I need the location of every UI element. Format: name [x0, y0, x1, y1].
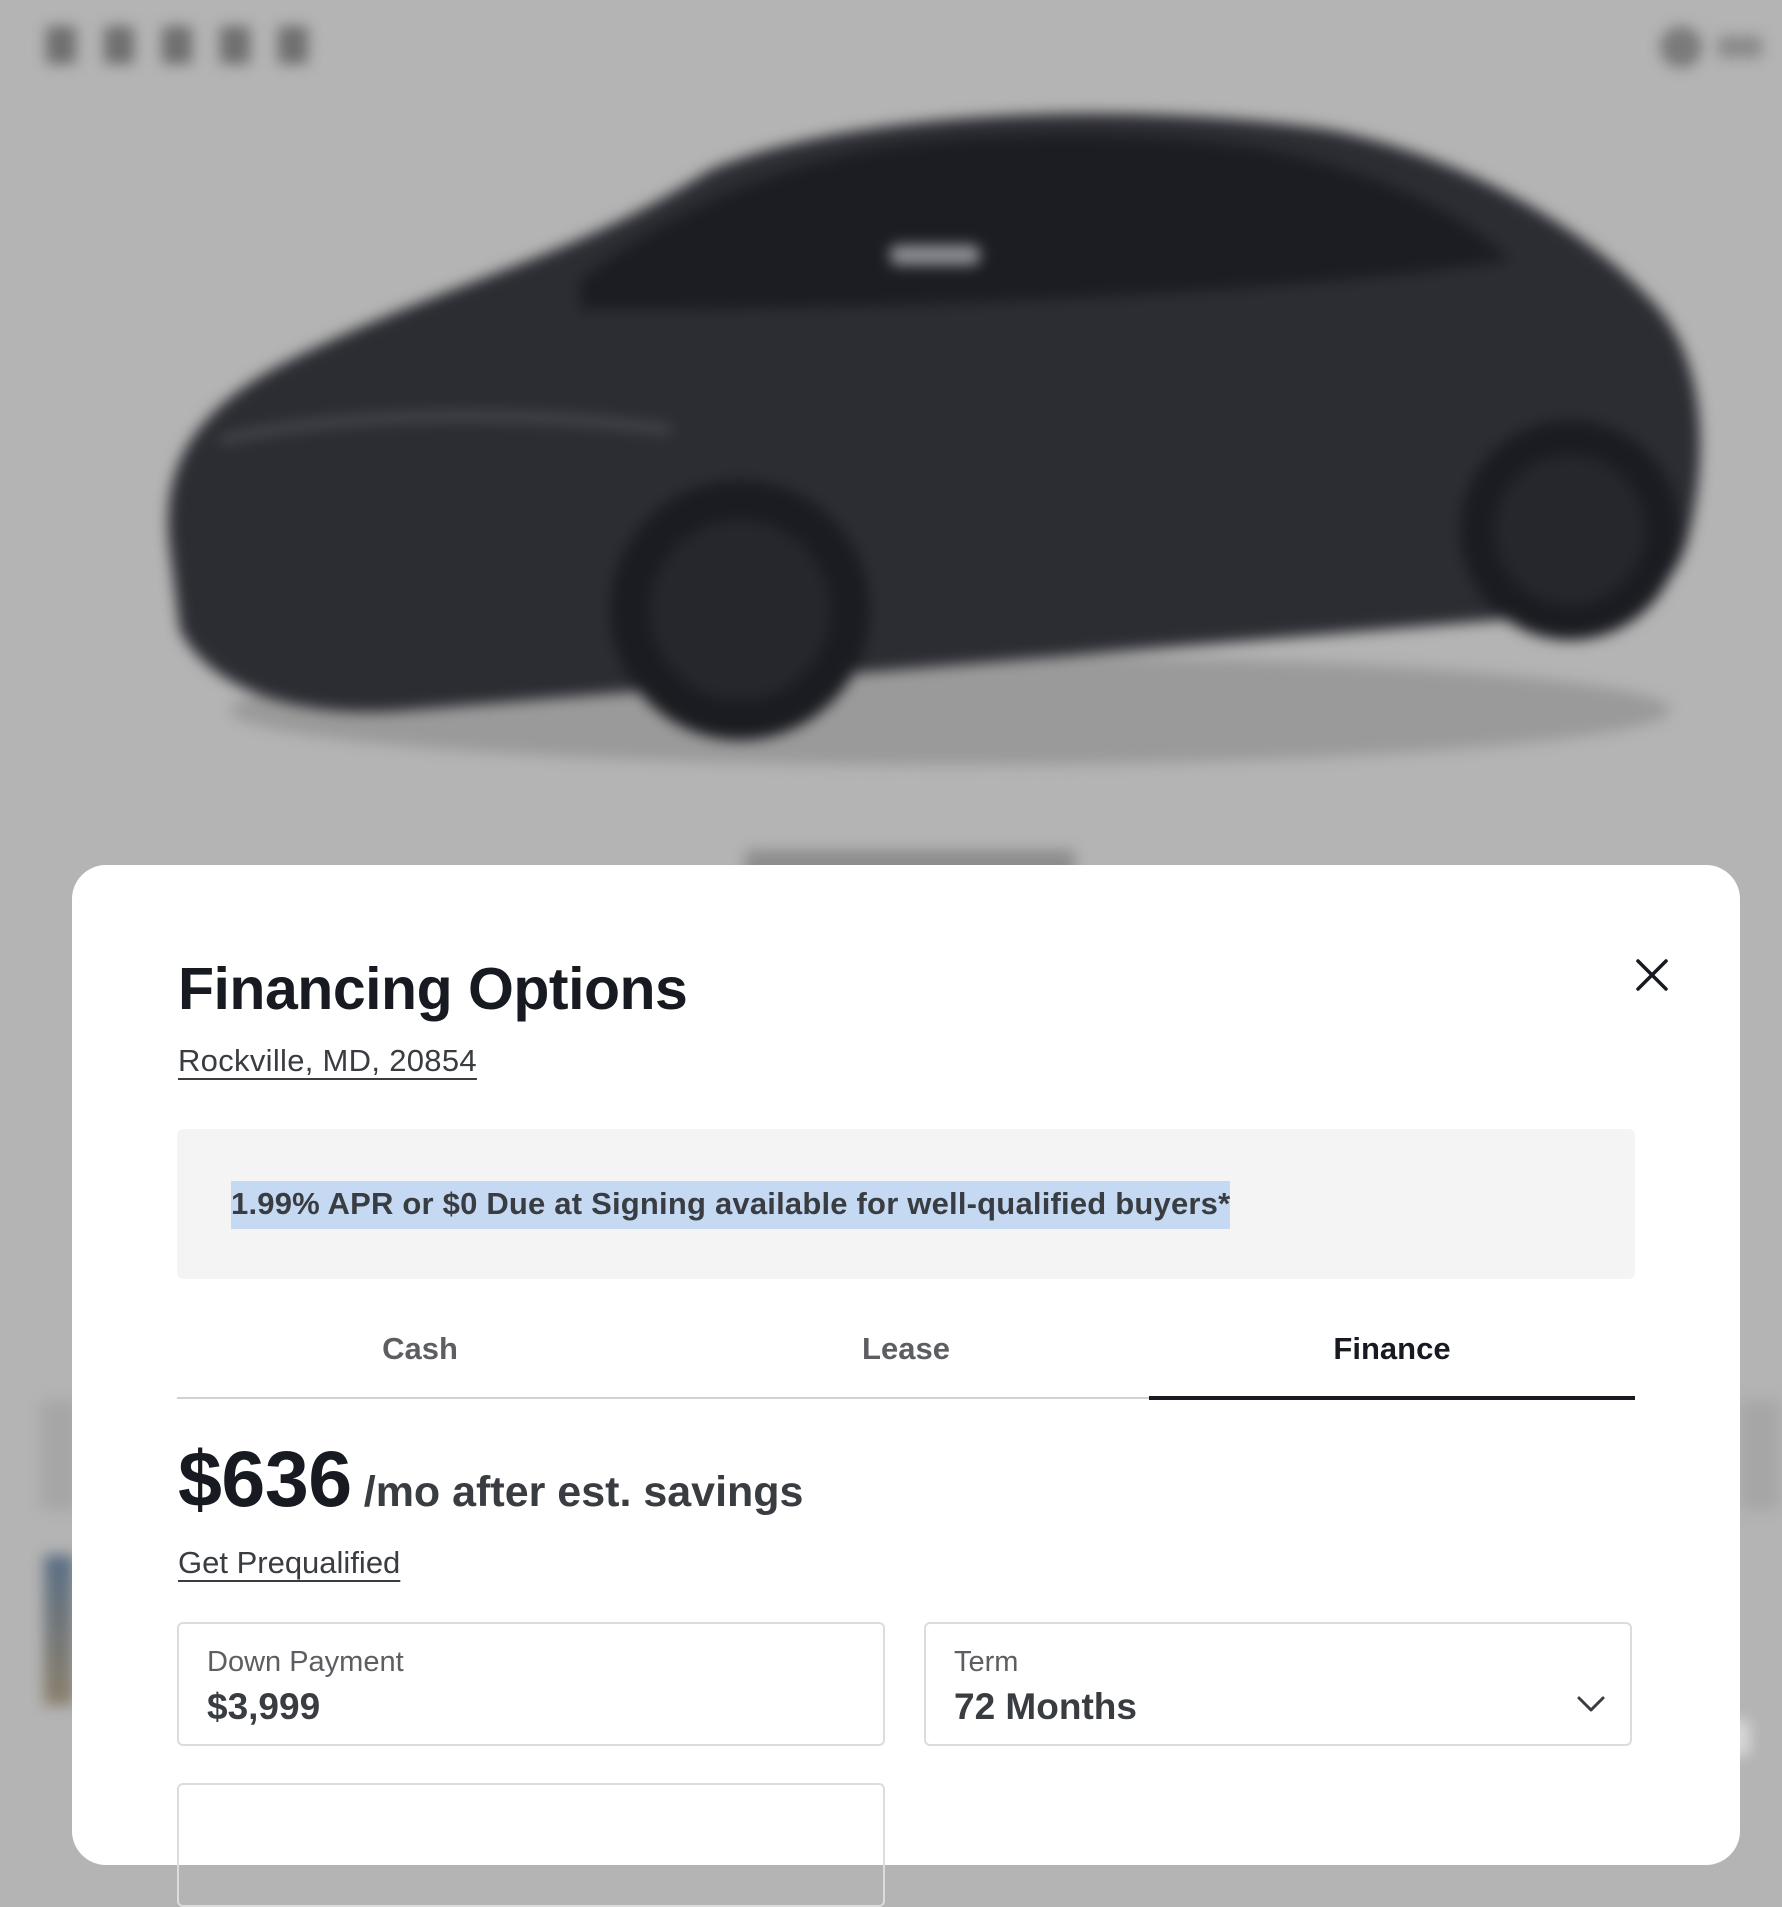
tesla-logo: [46, 26, 308, 64]
modal-title: Financing Options: [178, 956, 688, 1022]
term-value: 72 Months: [954, 1686, 1137, 1727]
promo-banner: 1.99% APR or $0 Due at Signing available…: [177, 1129, 1635, 1279]
tab-cash[interactable]: Cash: [177, 1325, 663, 1397]
monthly-payment: $636 /mo after est. savings: [178, 1433, 803, 1525]
financing-options-modal: Financing Options Rockville, MD, 20854 1…: [72, 865, 1740, 1907]
down-payment-label: Down Payment: [207, 1646, 404, 1678]
close-button[interactable]: [1630, 953, 1674, 997]
down-payment-value[interactable]: $3,999: [207, 1686, 320, 1728]
promo-text: 1.99% APR or $0 Due at Signing available…: [231, 1181, 1231, 1229]
term-select[interactable]: Term 72 Months: [924, 1622, 1632, 1746]
monthly-payment-amount: $636: [178, 1434, 352, 1523]
get-prequalified-link[interactable]: Get Prequalified: [178, 1545, 400, 1581]
term-label: Term: [954, 1646, 1019, 1678]
car-image: [168, 113, 1701, 765]
monthly-payment-suffix: /mo after est. savings: [363, 1468, 804, 1516]
side-card: [1740, 1400, 1780, 1510]
location-link[interactable]: Rockville, MD, 20854: [178, 1043, 477, 1079]
down-payment-field[interactable]: Down Payment $3,999: [177, 1622, 885, 1746]
tab-lease[interactable]: Lease: [663, 1325, 1149, 1397]
payment-type-tabs: Cash Lease Finance: [177, 1325, 1635, 1400]
chevron-down-icon: [1577, 1696, 1605, 1712]
close-icon: [1636, 959, 1668, 991]
language-indicator: [1718, 36, 1762, 58]
thumbnail-image: [44, 1555, 74, 1705]
globe-icon: [1660, 26, 1702, 68]
tab-finance[interactable]: Finance: [1149, 1325, 1635, 1400]
